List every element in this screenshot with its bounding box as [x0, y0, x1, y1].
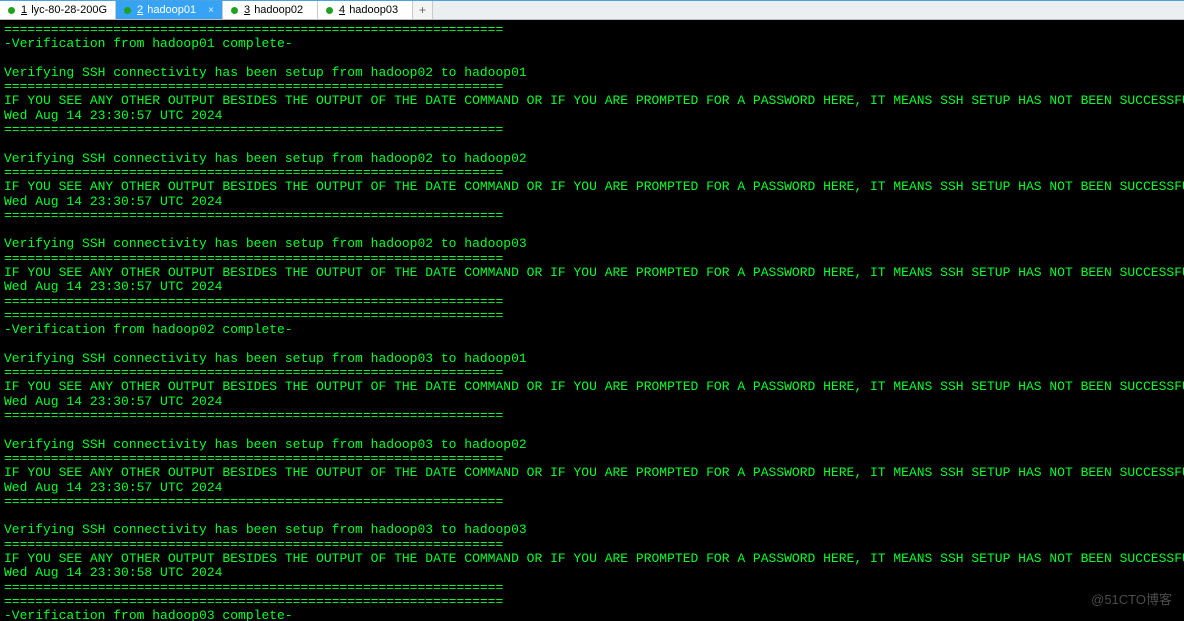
- terminal-line: ========================================…: [4, 451, 503, 466]
- tab-bar-filler: [433, 1, 1184, 19]
- tab-hadoop01[interactable]: 2 hadoop01 ×: [116, 1, 223, 19]
- terminal-line: Wed Aug 14 23:30:57 UTC 2024: [4, 279, 222, 294]
- terminal-line: Verifying SSH connectivity has been setu…: [4, 236, 527, 251]
- terminal-line: Verifying SSH connectivity has been setu…: [4, 65, 527, 80]
- terminal-line: ========================================…: [4, 122, 503, 137]
- terminal-line: Verifying SSH connectivity has been setu…: [4, 522, 527, 537]
- terminal[interactable]: ========================================…: [0, 20, 1184, 621]
- close-icon[interactable]: ×: [202, 5, 214, 16]
- terminal-line: -Verification from hadoop02 complete-: [4, 322, 293, 337]
- terminal-line: Wed Aug 14 23:30:58 UTC 2024: [4, 565, 222, 580]
- terminal-line: ========================================…: [4, 165, 503, 180]
- status-dot-icon: [326, 7, 333, 14]
- terminal-line: ========================================…: [4, 79, 503, 94]
- tab-bar: 1 lyc-80-28-200G 2 hadoop01 × 3 hadoop02…: [0, 0, 1184, 20]
- terminal-line: ========================================…: [4, 294, 503, 309]
- terminal-line: Wed Aug 14 23:30:57 UTC 2024: [4, 194, 222, 209]
- terminal-line: Wed Aug 14 23:30:57 UTC 2024: [4, 394, 222, 409]
- terminal-line: -Verification from hadoop01 complete-: [4, 36, 293, 51]
- terminal-line: [4, 337, 12, 352]
- terminal-line: ========================================…: [4, 308, 503, 323]
- terminal-line: ========================================…: [4, 494, 503, 509]
- terminal-line: ========================================…: [4, 594, 503, 609]
- terminal-line: [4, 508, 12, 523]
- terminal-line: -Verification from hadoop03 complete-: [4, 608, 293, 621]
- terminal-line: [4, 51, 12, 66]
- add-tab-button[interactable]: +: [413, 1, 433, 19]
- terminal-line: Wed Aug 14 23:30:57 UTC 2024: [4, 480, 222, 495]
- tab-label: 3 hadoop02: [244, 4, 303, 16]
- tab-label: 4 hadoop03: [339, 4, 398, 16]
- terminal-line: IF YOU SEE ANY OTHER OUTPUT BESIDES THE …: [4, 379, 1184, 394]
- watermark: @51CTO博客: [1091, 593, 1172, 607]
- terminal-line: IF YOU SEE ANY OTHER OUTPUT BESIDES THE …: [4, 551, 1184, 566]
- terminal-line: Verifying SSH connectivity has been setu…: [4, 151, 527, 166]
- tab-hadoop03[interactable]: 4 hadoop03: [318, 1, 413, 19]
- terminal-line: ========================================…: [4, 22, 503, 37]
- tab-label: 2 hadoop01: [137, 4, 196, 16]
- terminal-line: IF YOU SEE ANY OTHER OUTPUT BESIDES THE …: [4, 265, 1184, 280]
- terminal-line: [4, 422, 12, 437]
- terminal-line: [4, 136, 12, 151]
- terminal-line: IF YOU SEE ANY OTHER OUTPUT BESIDES THE …: [4, 465, 1184, 480]
- terminal-line: ========================================…: [4, 365, 503, 380]
- status-dot-icon: [124, 7, 131, 14]
- tab-hadoop02[interactable]: 3 hadoop02: [223, 1, 318, 19]
- terminal-line: ========================================…: [4, 408, 503, 423]
- terminal-line: ========================================…: [4, 580, 503, 595]
- terminal-line: IF YOU SEE ANY OTHER OUTPUT BESIDES THE …: [4, 179, 1184, 194]
- status-dot-icon: [8, 7, 15, 14]
- tab-lyc[interactable]: 1 lyc-80-28-200G: [0, 1, 116, 19]
- status-dot-icon: [231, 7, 238, 14]
- terminal-line: Verifying SSH connectivity has been setu…: [4, 437, 527, 452]
- tab-label: 1 lyc-80-28-200G: [21, 4, 107, 16]
- terminal-line: ========================================…: [4, 537, 503, 552]
- terminal-line: Wed Aug 14 23:30:57 UTC 2024: [4, 108, 222, 123]
- terminal-line: [4, 222, 12, 237]
- terminal-line: Verifying SSH connectivity has been setu…: [4, 351, 527, 366]
- terminal-line: IF YOU SEE ANY OTHER OUTPUT BESIDES THE …: [4, 93, 1184, 108]
- terminal-line: ========================================…: [4, 208, 503, 223]
- terminal-line: ========================================…: [4, 251, 503, 266]
